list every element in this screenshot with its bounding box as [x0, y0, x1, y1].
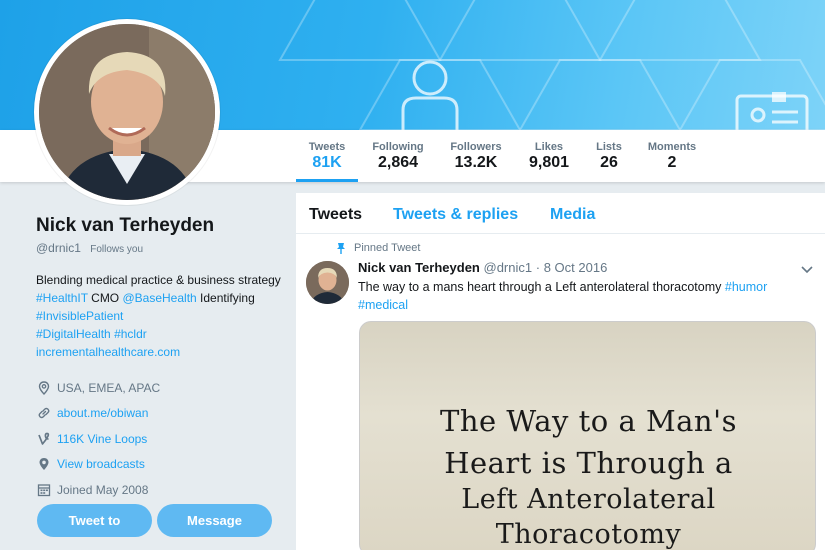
profile-avatar[interactable] — [34, 19, 220, 205]
stat-label: Likes — [534, 141, 564, 153]
tweet-media-image[interactable]: The Way to a Man's Heart is Through a Le… — [359, 321, 816, 550]
bio-text: CMO — [87, 291, 123, 305]
profile-meta: USA, EMEA, APAC about.me/obiwan 116K Vin… — [36, 375, 286, 503]
meta-url: about.me/obiwan — [36, 401, 286, 427]
stat-following[interactable]: Following 2,864 — [364, 130, 432, 182]
hashtag-link[interactable]: #HealthIT — [36, 291, 88, 305]
image-text-line: The Way to a Man's — [440, 404, 737, 438]
hashtag-link[interactable]: #DigitalHealth — [36, 327, 111, 341]
periscope-icon — [36, 456, 52, 472]
tab-tweets-replies[interactable]: Tweets & replies — [393, 206, 518, 224]
bio-text: Blending medical practice & business str… — [36, 273, 281, 287]
stat-label: Tweets — [308, 141, 346, 153]
profile-handle[interactable]: @drnic1 — [36, 241, 81, 255]
tweet-to-button[interactable]: Tweet to — [37, 504, 152, 537]
tweet-author-name[interactable]: Nick van Terheyden — [358, 260, 480, 275]
tweet-avatar-photo — [306, 261, 349, 304]
timeline-tabs: Tweets Tweets & replies Media — [296, 193, 825, 234]
vine-icon — [36, 431, 52, 447]
stat-label: Followers — [450, 141, 502, 153]
location-icon — [36, 380, 52, 396]
stat-lists[interactable]: Lists 26 — [588, 130, 630, 182]
image-text-line: Thoracotomy — [495, 519, 682, 550]
meta-broadcasts: View broadcasts — [36, 452, 286, 478]
pinned-indicator: Pinned Tweet — [336, 242, 420, 254]
meta-link[interactable]: View broadcasts — [57, 457, 145, 471]
meta-link[interactable]: about.me/obiwan — [57, 406, 148, 420]
calendar-icon — [36, 482, 52, 498]
tweet-text: The way to a mans heart through a Left a… — [358, 278, 808, 314]
stat-value: 26 — [600, 154, 618, 171]
hashtag-link[interactable]: #InvisiblePatient — [36, 309, 123, 323]
pin-icon — [336, 242, 346, 254]
tweet-header: Nick van Terheyden @drnic1 · 8 Oct 2016 — [358, 260, 607, 275]
tweet-date[interactable]: 8 Oct 2016 — [544, 260, 608, 275]
meta-link[interactable]: 116K Vine Loops — [57, 432, 147, 446]
tweet-author-handle[interactable]: @drnic1 — [484, 260, 533, 275]
stat-value: 2 — [667, 154, 677, 171]
follows-you-badge: Follows you — [90, 244, 144, 255]
avatar-photo — [39, 24, 215, 200]
profile-actions: Tweet to Message — [37, 504, 272, 537]
pinned-label: Pinned Tweet — [354, 242, 421, 254]
tweet-menu-chevron-icon[interactable] — [801, 261, 813, 279]
image-text-line: Left Anterolateral — [461, 484, 716, 515]
message-button[interactable]: Message — [157, 504, 272, 537]
mention-link[interactable]: @BaseHealth — [122, 291, 196, 305]
stat-value: 13.2K — [454, 154, 498, 171]
bio-text: Identifying — [196, 291, 255, 305]
timeline: Tweets Tweets & replies Media Pinned Twe… — [296, 193, 825, 550]
image-text-line: Heart is Through a — [444, 446, 733, 480]
hashtag-link[interactable]: #humor — [725, 280, 767, 294]
profile-handle-row: @drnic1 Follows you — [36, 241, 286, 255]
stat-value: 81K — [312, 154, 342, 171]
meta-text: Joined May 2008 — [57, 482, 149, 497]
profile-card: Nick van Terheyden @drnic1 Follows you B… — [36, 215, 286, 503]
stat-label: Lists — [596, 141, 622, 153]
profile-bio: Blending medical practice & business str… — [36, 271, 286, 361]
profile-name[interactable]: Nick van Terheyden — [36, 215, 286, 237]
meta-joined: Joined May 2008 — [36, 477, 286, 503]
stat-likes[interactable]: Likes 9,801 — [522, 130, 576, 182]
stat-label: Moments — [647, 141, 697, 153]
tab-media[interactable]: Media — [550, 206, 595, 224]
hashtag-link[interactable]: #medical — [358, 298, 408, 312]
tweet-separator: · — [535, 260, 541, 275]
tweet-body: The way to a mans heart through a Left a… — [358, 280, 725, 294]
meta-location: USA, EMEA, APAC — [36, 375, 286, 401]
website-link[interactable]: incrementalhealthcare.com — [36, 345, 180, 359]
meta-text: USA, EMEA, APAC — [57, 380, 161, 395]
stat-tweets[interactable]: Tweets 81K — [296, 130, 358, 182]
stat-label: Following — [372, 141, 424, 153]
link-icon — [36, 405, 52, 421]
hashtag-link[interactable]: #hcldr — [114, 327, 147, 341]
tweet-avatar[interactable] — [306, 261, 349, 304]
tab-tweets[interactable]: Tweets — [309, 206, 362, 224]
stat-followers[interactable]: Followers 13.2K — [444, 130, 508, 182]
stat-value: 9,801 — [528, 154, 570, 171]
stat-moments[interactable]: Moments 2 — [642, 130, 702, 182]
stat-value: 2,864 — [377, 154, 419, 171]
meta-vine: 116K Vine Loops — [36, 426, 286, 452]
